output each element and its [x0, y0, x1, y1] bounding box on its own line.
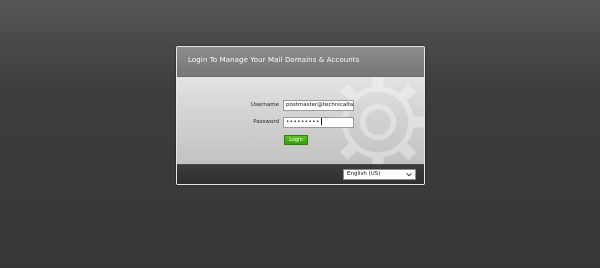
login-panel-title: Login To Manage Your Mail Domains & Acco… — [188, 56, 360, 64]
language-select[interactable]: English (US) — [343, 169, 416, 180]
login-form: Username postmaster@technicalta Password… — [177, 77, 424, 164]
text-caret — [320, 118, 322, 125]
password-mask: ••••••••• — [286, 119, 320, 125]
username-label: Username — [250, 102, 279, 108]
password-label: Password — [253, 119, 279, 125]
chevron-down-icon — [406, 172, 412, 177]
login-panel: Login To Manage Your Mail Domains & Acco… — [176, 46, 425, 185]
login-panel-header: Login To Manage Your Mail Domains & Acco… — [177, 47, 424, 77]
language-select-value: English (US) — [347, 171, 381, 177]
password-input[interactable]: ••••••••• — [283, 117, 354, 128]
username-input[interactable]: postmaster@technicalta — [283, 100, 354, 111]
login-panel-footer: English (US) — [177, 164, 424, 184]
login-button[interactable]: Login — [284, 135, 308, 145]
